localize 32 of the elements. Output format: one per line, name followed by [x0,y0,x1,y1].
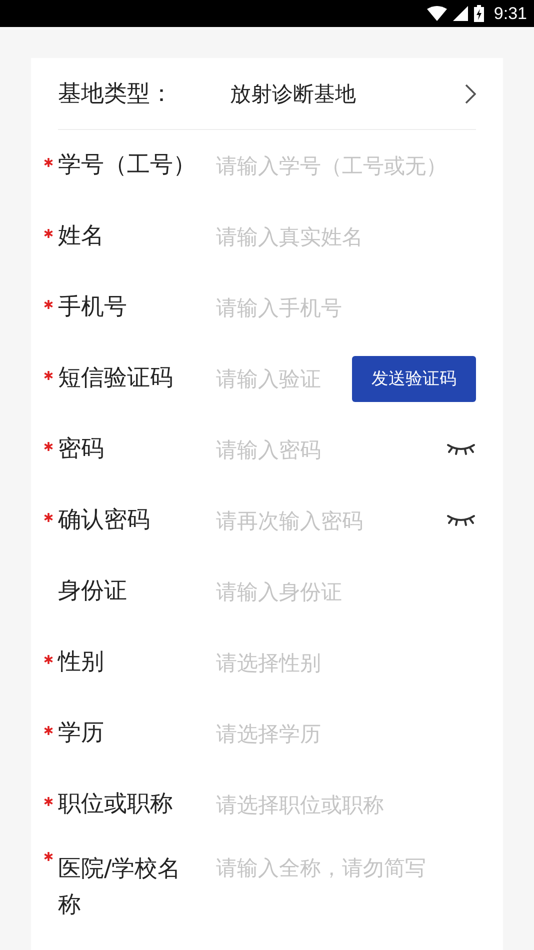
field-label: 身份证 [58,576,128,606]
eye-closed-icon[interactable] [446,514,476,527]
field-label: 短信验证码 [58,364,174,393]
signal-icon [452,6,468,21]
field-label: 性别 [58,648,105,677]
field-label: 学号（工号） [58,150,197,180]
field-label: 姓名 [58,222,105,251]
input-field[interactable]: 请输入全称，请勿简写 [216,854,476,882]
field-label: 基地类型： [58,80,174,109]
wifi-icon [426,6,447,21]
input-field[interactable]: 请输入真实姓名 [216,222,476,250]
field-label: 学历 [58,718,105,748]
select-field[interactable]: 请选择性别 [216,648,476,676]
code-input-field[interactable]: 请输入验证 [216,364,346,392]
field-label: 医院/学校名称 [58,855,182,920]
status-time: 9:31 [494,4,527,24]
base-type-value[interactable]: 放射诊断基地 [230,80,465,108]
password-field[interactable]: 请输入密码 [216,436,446,464]
field-label: 密码 [58,434,105,464]
eye-closed-icon[interactable] [446,443,476,456]
input-field[interactable]: 请输入手机号 [216,294,476,322]
field-label: 手机号 [58,292,128,322]
field-label: 职位或职称 [58,790,174,819]
select-field[interactable]: 请选择职位或职称 [216,790,476,818]
send-code-button[interactable]: 发送验证码 [352,356,476,402]
battery-icon [474,5,484,22]
field-label: 确认密码 [58,506,151,535]
input-field[interactable]: 请输入学号（工号或无） [216,152,476,180]
password-field[interactable]: 请再次输入密码 [216,506,446,534]
chevron-right-icon[interactable] [465,84,476,104]
select-field[interactable]: 请选择学历 [216,720,476,748]
input-field[interactable]: 请输入身份证 [216,578,476,606]
